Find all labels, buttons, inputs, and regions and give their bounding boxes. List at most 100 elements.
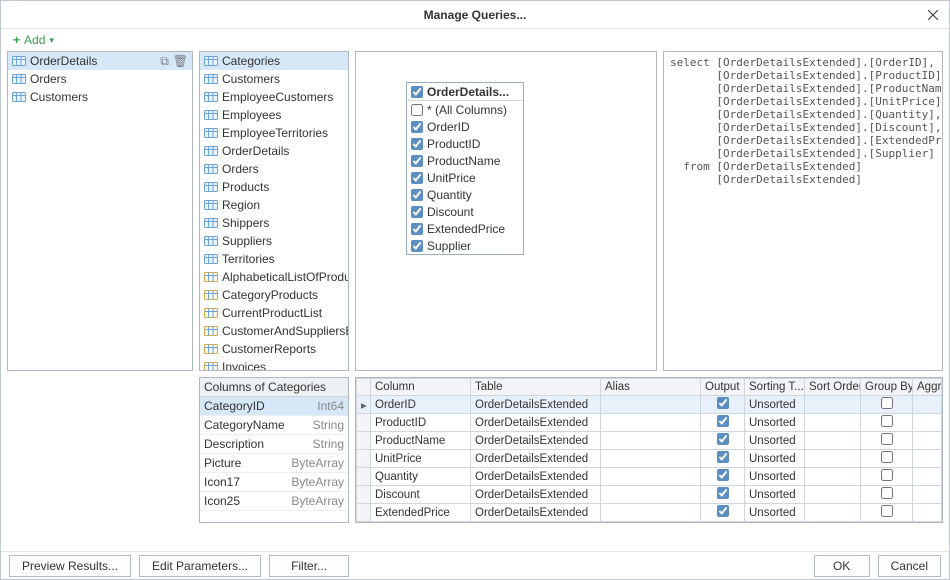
schema-row[interactable]: CategoryNameString bbox=[200, 416, 348, 435]
table-item[interactable]: CategoryProducts bbox=[200, 286, 348, 304]
grid-row[interactable]: ExtendedPriceOrderDetailsExtended Unsorte… bbox=[357, 504, 942, 522]
grid-cell-sorting[interactable]: Unsorted bbox=[745, 486, 805, 504]
grid-cell-column[interactable]: ProductID bbox=[371, 414, 471, 432]
grid-cell-aggregate[interactable] bbox=[913, 450, 942, 468]
designer-canvas[interactable]: OrderDetails... * (All Columns) OrderIDP… bbox=[355, 51, 657, 371]
grid-cell-groupby[interactable] bbox=[861, 450, 913, 468]
grid-cell-groupby[interactable] bbox=[861, 486, 913, 504]
column-row[interactable]: ProductID bbox=[407, 135, 523, 152]
grid-header[interactable]: Group By bbox=[861, 379, 913, 396]
grid-cell-output[interactable] bbox=[701, 396, 745, 414]
grid-row[interactable]: ProductIDOrderDetailsExtended Unsorted bbox=[357, 414, 942, 432]
column-check[interactable] bbox=[411, 206, 423, 218]
grid-cell-sorting[interactable]: Unsorted bbox=[745, 414, 805, 432]
grid-cell-aggregate[interactable] bbox=[913, 504, 942, 522]
close-icon[interactable] bbox=[923, 5, 943, 25]
grid-cell-sortorder[interactable] bbox=[805, 432, 861, 450]
grid-cell-output[interactable] bbox=[701, 486, 745, 504]
grid-cell-table[interactable]: OrderDetailsExtended bbox=[471, 414, 601, 432]
grid-header[interactable]: Alias bbox=[601, 379, 701, 396]
table-item[interactable]: Customers bbox=[200, 70, 348, 88]
table-columns-box[interactable]: OrderDetails... * (All Columns) OrderIDP… bbox=[406, 82, 524, 255]
grid-cell-table[interactable]: OrderDetailsExtended bbox=[471, 396, 601, 414]
grid-cell-table[interactable]: OrderDetailsExtended bbox=[471, 504, 601, 522]
grid-row[interactable]: ▸OrderIDOrderDetailsExtendedUnsorted bbox=[357, 396, 942, 414]
grid-row[interactable]: UnitPriceOrderDetailsExtendedUnsorted bbox=[357, 450, 942, 468]
output-check[interactable] bbox=[717, 433, 729, 445]
columns-box-header[interactable]: OrderDetails... bbox=[407, 83, 523, 101]
grid-header[interactable]: Column bbox=[371, 379, 471, 396]
table-item[interactable]: Orders bbox=[200, 160, 348, 178]
grid-cell-output[interactable] bbox=[701, 432, 745, 450]
grid-cell-table[interactable]: OrderDetailsExtended bbox=[471, 450, 601, 468]
grid-cell-column[interactable]: UnitPrice bbox=[371, 450, 471, 468]
column-check[interactable] bbox=[411, 138, 423, 150]
grid-cell-sorting[interactable]: Unsorted bbox=[745, 468, 805, 486]
grid-cell-alias[interactable] bbox=[601, 396, 701, 414]
column-row[interactable]: ProductName bbox=[407, 152, 523, 169]
table-item[interactable]: Suppliers bbox=[200, 232, 348, 250]
ok-button[interactable]: OK bbox=[814, 555, 870, 577]
table-item[interactable]: AlphabeticalListOfProducts bbox=[200, 268, 348, 286]
grid-cell-alias[interactable] bbox=[601, 450, 701, 468]
grid-cell-column[interactable]: Supplier bbox=[371, 522, 471, 523]
column-all-row[interactable]: * (All Columns) bbox=[407, 101, 523, 118]
grid-cell-aggregate[interactable] bbox=[913, 396, 942, 414]
grid-cell-aggregate[interactable] bbox=[913, 486, 942, 504]
groupby-check[interactable] bbox=[881, 469, 893, 481]
column-all-check[interactable] bbox=[411, 104, 423, 116]
grid-cell-column[interactable]: ExtendedPrice bbox=[371, 504, 471, 522]
grid-cell-sortorder[interactable] bbox=[805, 396, 861, 414]
grid-cell-groupby[interactable] bbox=[861, 432, 913, 450]
output-check[interactable] bbox=[717, 397, 729, 409]
output-check[interactable] bbox=[717, 505, 729, 517]
grid-cell-sortorder[interactable] bbox=[805, 486, 861, 504]
query-item[interactable]: Customers bbox=[8, 88, 192, 106]
grid-cell-table[interactable]: OrderDetailsExtended bbox=[471, 468, 601, 486]
grid-cell-sortorder[interactable] bbox=[805, 468, 861, 486]
grid-cell-column[interactable]: ProductName bbox=[371, 432, 471, 450]
table-item[interactable]: CustomerReports bbox=[200, 340, 348, 358]
column-check[interactable] bbox=[411, 121, 423, 133]
table-item[interactable]: OrderDetails bbox=[200, 142, 348, 160]
grid-cell-aggregate[interactable] bbox=[913, 468, 942, 486]
grid-cell-sortorder[interactable] bbox=[805, 450, 861, 468]
grid-cell-output[interactable] bbox=[701, 468, 745, 486]
schema-row[interactable]: DescriptionString bbox=[200, 435, 348, 454]
column-check[interactable] bbox=[411, 223, 423, 235]
copy-icon[interactable]: ⧉ bbox=[160, 54, 169, 69]
column-row[interactable]: OrderID bbox=[407, 118, 523, 135]
column-check[interactable] bbox=[411, 155, 423, 167]
grid-header[interactable]: Output bbox=[701, 379, 745, 396]
grid-row[interactable]: DiscountOrderDetailsExtendedUnsorted bbox=[357, 486, 942, 504]
grid-cell-output[interactable] bbox=[701, 522, 745, 523]
column-row[interactable]: Discount bbox=[407, 203, 523, 220]
schema-row[interactable]: Icon25ByteArray bbox=[200, 492, 348, 511]
grid-cell-alias[interactable] bbox=[601, 504, 701, 522]
grid-cell-alias[interactable] bbox=[601, 432, 701, 450]
output-check[interactable] bbox=[717, 451, 729, 463]
grid-cell-output[interactable] bbox=[701, 414, 745, 432]
grid-cell-table[interactable]: OrderDetailsExtended bbox=[471, 522, 601, 523]
grid-cell-column[interactable]: Quantity bbox=[371, 468, 471, 486]
groupby-check[interactable] bbox=[881, 433, 893, 445]
grid-header[interactable]: Table bbox=[471, 379, 601, 396]
groupby-check[interactable] bbox=[881, 451, 893, 463]
grid-cell-output[interactable] bbox=[701, 450, 745, 468]
grid-cell-column[interactable]: OrderID bbox=[371, 396, 471, 414]
grid-cell-sortorder[interactable] bbox=[805, 504, 861, 522]
table-item[interactable]: CurrentProductList bbox=[200, 304, 348, 322]
grid-cell-sorting[interactable]: Unsorted bbox=[745, 522, 805, 523]
table-item[interactable]: EmployeeCustomers bbox=[200, 88, 348, 106]
table-item[interactable]: Categories bbox=[200, 52, 348, 70]
output-check[interactable] bbox=[717, 487, 729, 499]
query-item[interactable]: OrderDetails⧉🗑 bbox=[8, 52, 192, 70]
grid-cell-alias[interactable] bbox=[601, 414, 701, 432]
grid-cell-groupby[interactable] bbox=[861, 468, 913, 486]
table-item[interactable]: CustomerAndSuppliersByCity bbox=[200, 322, 348, 340]
preview-results-button[interactable]: Preview Results... bbox=[9, 555, 131, 577]
grid-cell-alias[interactable] bbox=[601, 522, 701, 523]
table-item[interactable]: Region bbox=[200, 196, 348, 214]
columns-header-check[interactable] bbox=[411, 86, 423, 98]
column-check[interactable] bbox=[411, 189, 423, 201]
